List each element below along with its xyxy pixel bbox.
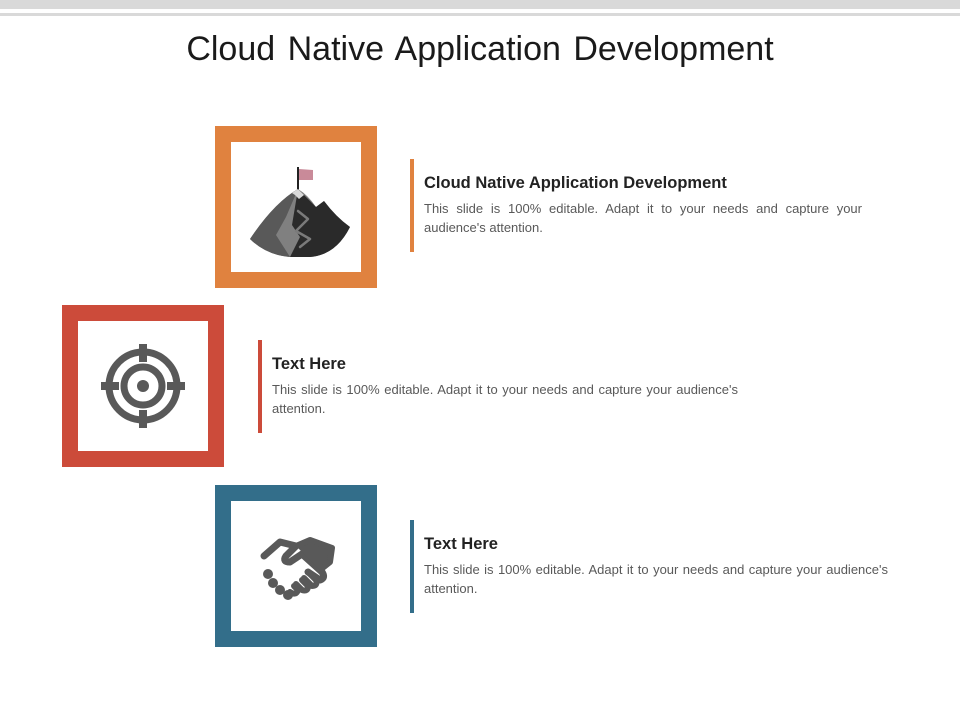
slide-title: Cloud Native Application Development bbox=[186, 30, 774, 68]
icon-frame-target bbox=[62, 305, 224, 467]
block-heading: Text Here bbox=[424, 535, 498, 553]
handshake-icon bbox=[260, 537, 335, 600]
block-heading: Text Here bbox=[272, 355, 346, 373]
text-block-2: Text Here This slide is 100% editable. A… bbox=[258, 340, 738, 433]
mountain-flag-icon bbox=[250, 167, 350, 257]
block-body: This slide is 100% editable. Adapt it to… bbox=[424, 562, 888, 596]
icon-frame-mountain bbox=[215, 126, 377, 288]
block-body: This slide is 100% editable. Adapt it to… bbox=[424, 201, 862, 235]
text-block-1: Cloud Native Application Development Thi… bbox=[410, 159, 862, 252]
text-block-3: Text Here This slide is 100% editable. A… bbox=[410, 520, 888, 613]
top-divider-thin bbox=[0, 13, 960, 16]
target-icon bbox=[101, 344, 185, 428]
top-divider bbox=[0, 0, 960, 9]
block-heading: Cloud Native Application Development bbox=[424, 174, 727, 192]
icon-frame-handshake bbox=[215, 485, 377, 647]
block-body: This slide is 100% editable. Adapt it to… bbox=[272, 382, 738, 416]
